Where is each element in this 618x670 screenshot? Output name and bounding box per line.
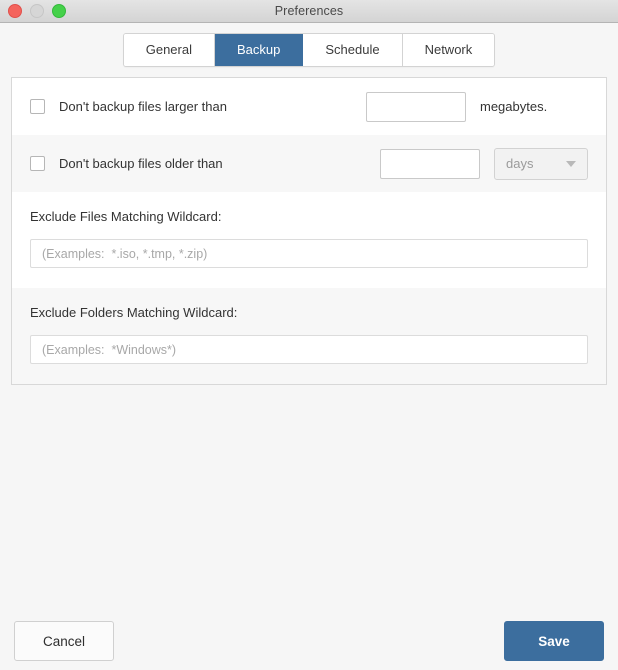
tab-general[interactable]: General: [123, 34, 215, 66]
window-title: Preferences: [274, 4, 344, 18]
tab-group: General Backup Schedule Network: [122, 33, 496, 67]
exclude-folders-label: Exclude Folders Matching Wildcard:: [30, 305, 238, 320]
window-controls: [8, 0, 66, 22]
zoom-window-button[interactable]: [52, 4, 66, 18]
tab-network[interactable]: Network: [402, 34, 495, 66]
size-limit-label-text: Don't backup files larger than: [59, 99, 227, 114]
size-limit-checkbox[interactable]: [30, 99, 45, 114]
section-exclude-folders: Exclude Folders Matching Wildcard:: [12, 288, 606, 384]
chevron-down-icon: [566, 160, 576, 167]
section-exclude-files: Exclude Files Matching Wildcard:: [12, 192, 606, 288]
age-limit-checkbox[interactable]: [30, 156, 45, 171]
size-limit-checkbox-label[interactable]: Don't backup files larger than: [30, 99, 366, 114]
row-size-limit: Don't backup files larger than megabytes…: [12, 78, 606, 135]
age-limit-input[interactable]: [380, 148, 480, 179]
backup-settings-panel: Don't backup files larger than megabytes…: [11, 77, 607, 385]
close-window-button[interactable]: [8, 4, 22, 18]
row-age-limit: Don't backup files older than days: [12, 135, 606, 192]
age-limit-checkbox-label[interactable]: Don't backup files older than: [30, 156, 380, 171]
size-limit-unit: megabytes.: [480, 99, 548, 114]
exclude-files-input[interactable]: [30, 239, 588, 268]
minimize-window-button[interactable]: [30, 4, 44, 18]
age-limit-unit-value: days: [506, 156, 534, 171]
tab-schedule[interactable]: Schedule: [303, 34, 403, 66]
age-limit-label-text: Don't backup files older than: [59, 156, 223, 171]
size-limit-input[interactable]: [366, 91, 466, 122]
dialog-footer: Cancel Save: [0, 612, 618, 670]
tab-backup[interactable]: Backup: [214, 34, 304, 66]
tab-bar: General Backup Schedule Network: [0, 23, 618, 77]
window-titlebar: Preferences: [0, 0, 618, 23]
cancel-button[interactable]: Cancel: [14, 621, 114, 661]
exclude-folders-input[interactable]: [30, 335, 588, 364]
exclude-files-label: Exclude Files Matching Wildcard:: [30, 209, 222, 224]
save-button[interactable]: Save: [504, 621, 604, 661]
age-limit-unit-select[interactable]: days: [494, 147, 588, 180]
